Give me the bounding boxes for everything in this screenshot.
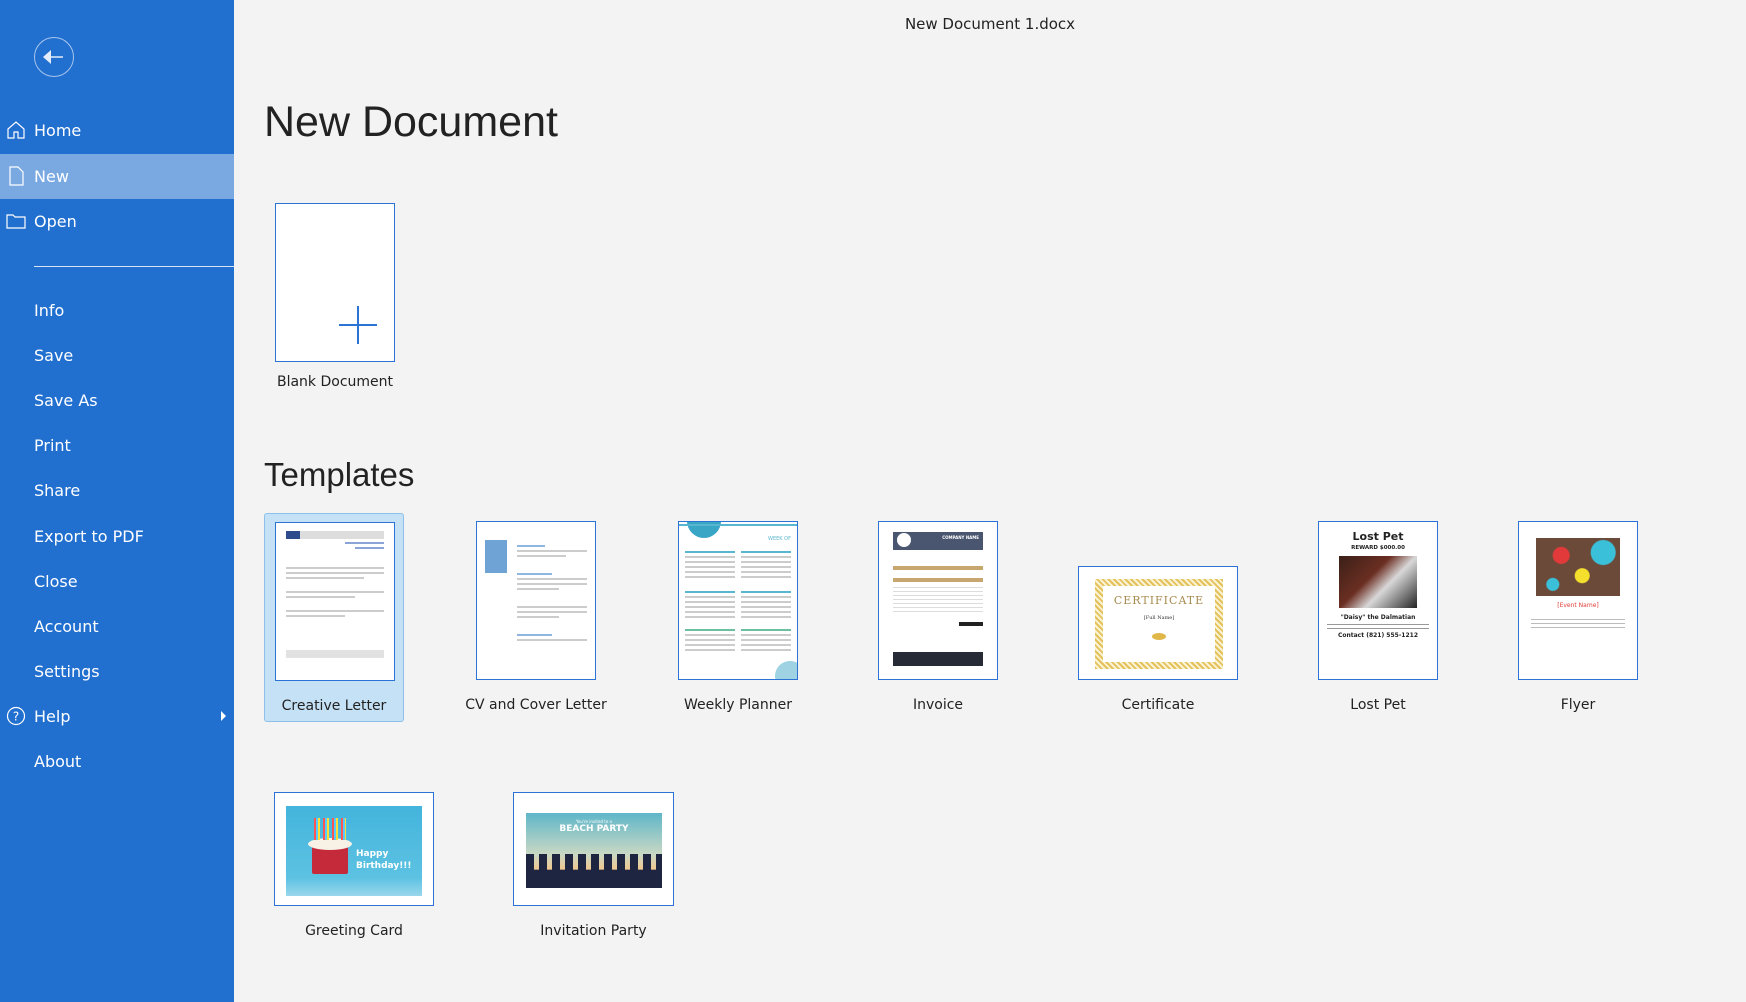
sidebar-item-label: Share — [34, 481, 81, 500]
sidebar-item-label: Info — [34, 301, 65, 320]
blank-document-label: Blank Document — [276, 374, 394, 390]
template-flyer[interactable]: [Event Name] Flyer — [1502, 513, 1654, 722]
sidebar-item-open[interactable]: Open — [0, 199, 234, 244]
template-invitation-party[interactable]: You're invited to a BEACH PARTY Invitati… — [513, 792, 674, 942]
templates-heading: Templates — [264, 456, 415, 493]
sidebar-item-new[interactable]: New — [0, 154, 234, 199]
blank-document-tile[interactable]: Blank Document — [264, 196, 406, 396]
template-label: Invoice — [912, 697, 964, 713]
template-thumbnail — [476, 521, 596, 680]
template-thumbnail: You're invited to a BEACH PARTY — [513, 792, 674, 906]
template-greeting-card[interactable]: Happy Birthday!!! Greeting Card — [274, 792, 434, 942]
template-thumbnail: COMPANY NAME — [878, 521, 998, 680]
sidebar-item-label: Help — [34, 707, 71, 726]
sidebar-item-share[interactable]: Share — [0, 468, 234, 513]
thumb-sub: REWARD $000.00 — [1351, 545, 1405, 551]
new-doc-icon — [9, 166, 24, 186]
thumb-name: "Daisy" the Dalmatian — [1340, 614, 1416, 621]
plus-icon — [339, 306, 377, 344]
sidebar-item-home[interactable]: Home — [0, 108, 234, 153]
chevron-right-icon — [221, 711, 226, 721]
thumb-text: [Event Name] — [1557, 602, 1599, 609]
template-thumbnail: Happy Birthday!!! — [274, 792, 434, 906]
sidebar-item-label: Account — [34, 617, 99, 636]
back-button[interactable] — [34, 37, 74, 77]
sidebar-item-label: Save As — [34, 391, 98, 410]
help-icon: ? — [6, 706, 26, 726]
sidebar-divider — [34, 266, 234, 267]
template-label: Weekly Planner — [683, 697, 792, 713]
sidebar-item-label: Settings — [34, 662, 100, 681]
template-lost-pet[interactable]: Lost Pet REWARD $000.00 "Daisy" the Dalm… — [1302, 513, 1454, 722]
sidebar-item-label: Close — [34, 572, 78, 591]
sidebar-item-info[interactable]: Info — [0, 288, 234, 333]
sidebar: Home New Open Info Save Save As Print Sh… — [0, 0, 234, 1002]
template-label: Creative Letter — [281, 698, 387, 714]
template-label: Flyer — [1560, 697, 1596, 713]
sidebar-item-save-as[interactable]: Save As — [0, 378, 234, 423]
template-invoice[interactable]: COMPANY NAME Invoice — [862, 513, 1014, 722]
sidebar-item-settings[interactable]: Settings — [0, 649, 234, 694]
home-icon — [7, 121, 25, 139]
thumb-text: CERTIFICATE — [1113, 594, 1205, 607]
sidebar-item-export-pdf[interactable]: Export to PDF — [0, 514, 234, 559]
sidebar-item-label: Print — [34, 436, 71, 455]
page-title: New Document — [264, 98, 558, 146]
template-label: CV and Cover Letter — [465, 697, 607, 713]
thumb-sub: [Full Name] — [1143, 615, 1175, 621]
sidebar-item-label: Export to PDF — [34, 527, 144, 546]
template-label: Invitation Party — [540, 923, 647, 939]
document-title: New Document 1.docx — [904, 15, 1076, 33]
template-creative-letter[interactable]: Creative Letter — [264, 513, 404, 722]
sidebar-item-label: Open — [34, 212, 77, 231]
sidebar-item-close[interactable]: Close — [0, 559, 234, 604]
template-thumbnail: Lost Pet REWARD $000.00 "Daisy" the Dalm… — [1318, 521, 1438, 680]
thumb-contact: Contact (821) 555-1212 — [1337, 632, 1419, 639]
sidebar-item-label: New — [34, 167, 69, 186]
svg-text:?: ? — [13, 710, 19, 724]
template-cv-cover-letter[interactable]: CV and Cover Letter — [460, 513, 612, 722]
sidebar-item-label: About — [34, 752, 82, 771]
folder-icon — [6, 214, 26, 229]
back-arrow-icon — [43, 50, 63, 64]
template-thumbnail: CERTIFICATE [Full Name] — [1078, 566, 1238, 680]
template-label: Greeting Card — [305, 923, 403, 939]
sidebar-item-account[interactable]: Account — [0, 604, 234, 649]
template-certificate[interactable]: CERTIFICATE [Full Name] Certificate — [1078, 513, 1238, 722]
template-label: Certificate — [1121, 697, 1195, 713]
sidebar-item-label: Save — [34, 346, 74, 365]
sidebar-item-label: Home — [34, 121, 82, 140]
template-thumbnail: WEEK OF — [678, 521, 798, 680]
thumb-text: COMPANY NAME — [942, 535, 979, 540]
thumb-text: BEACH PARTY — [559, 824, 629, 834]
sidebar-item-print[interactable]: Print — [0, 423, 234, 468]
sidebar-item-about[interactable]: About — [0, 739, 234, 784]
blank-document-thumbnail — [275, 203, 395, 362]
thumb-text: Happy Birthday!!! — [356, 849, 412, 871]
thumb-text: WEEK OF — [768, 536, 791, 542]
template-weekly-planner[interactable]: WEEK OF Weekly Planner — [662, 513, 814, 722]
sidebar-item-save[interactable]: Save — [0, 333, 234, 378]
template-thumbnail — [275, 522, 395, 681]
sidebar-item-help[interactable]: ? Help — [0, 694, 234, 739]
thumb-text: Lost Pet — [1352, 530, 1404, 543]
template-thumbnail: [Event Name] — [1518, 521, 1638, 680]
template-label: Lost Pet — [1350, 697, 1406, 713]
